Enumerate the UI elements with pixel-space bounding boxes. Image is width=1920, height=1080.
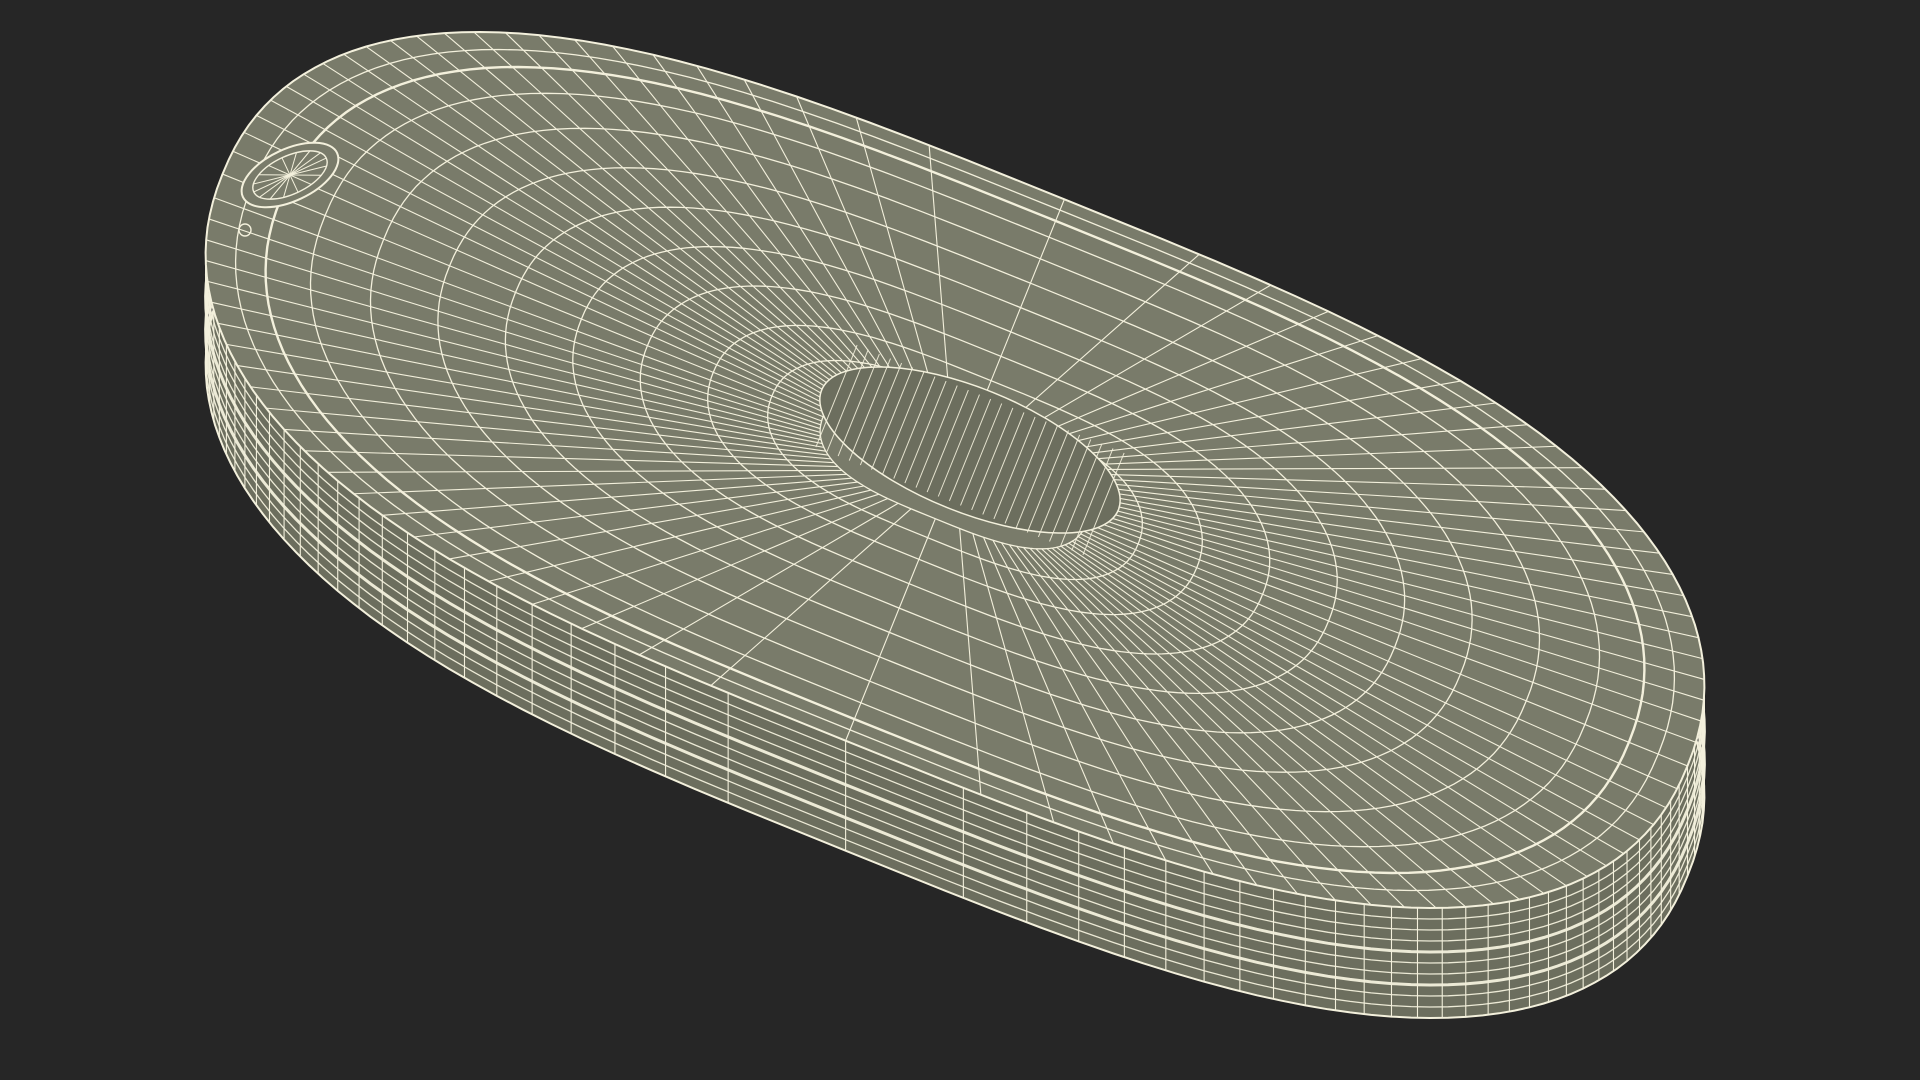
wireframe-model <box>204 30 1706 1020</box>
render-viewport <box>0 0 1920 1080</box>
